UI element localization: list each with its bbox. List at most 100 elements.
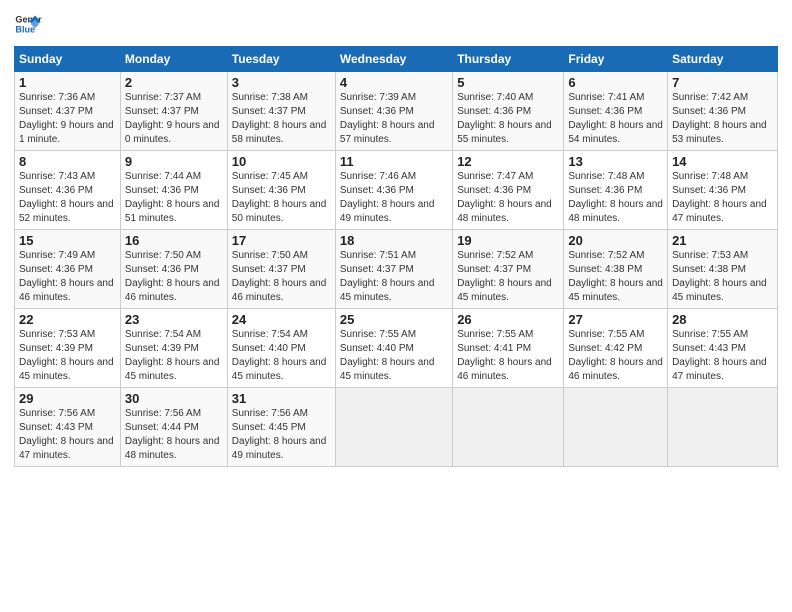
calendar-cell: 7Sunrise: 7:42 AMSunset: 4:36 PMDaylight… [668,72,778,151]
day-info: Sunrise: 7:48 AMSunset: 4:36 PMDaylight:… [568,170,663,226]
day-info: Sunrise: 7:36 AMSunset: 4:37 PMDaylight:… [19,91,116,147]
calendar-cell: 15Sunrise: 7:49 AMSunset: 4:36 PMDayligh… [15,230,121,309]
day-info: Sunrise: 7:55 AMSunset: 4:42 PMDaylight:… [568,328,663,384]
day-number: 2 [125,75,223,90]
calendar-cell: 22Sunrise: 7:53 AMSunset: 4:39 PMDayligh… [15,309,121,388]
calendar-cell: 20Sunrise: 7:52 AMSunset: 4:38 PMDayligh… [564,230,668,309]
day-info: Sunrise: 7:56 AMSunset: 4:43 PMDaylight:… [19,407,116,463]
calendar-cell: 3Sunrise: 7:38 AMSunset: 4:37 PMDaylight… [227,72,335,151]
day-info: Sunrise: 7:55 AMSunset: 4:43 PMDaylight:… [672,328,773,384]
day-number: 14 [672,154,773,169]
calendar-cell: 14Sunrise: 7:48 AMSunset: 4:36 PMDayligh… [668,151,778,230]
day-number: 3 [232,75,331,90]
day-info: Sunrise: 7:53 AMSunset: 4:38 PMDaylight:… [672,249,773,305]
header-row: SundayMondayTuesdayWednesdayThursdayFrid… [15,47,778,72]
svg-text:Blue: Blue [15,24,35,34]
calendar-cell: 26Sunrise: 7:55 AMSunset: 4:41 PMDayligh… [453,309,564,388]
calendar-header: SundayMondayTuesdayWednesdayThursdayFrid… [15,47,778,72]
calendar-cell: 23Sunrise: 7:54 AMSunset: 4:39 PMDayligh… [120,309,227,388]
day-info: Sunrise: 7:47 AMSunset: 4:36 PMDaylight:… [457,170,559,226]
calendar-cell: 16Sunrise: 7:50 AMSunset: 4:36 PMDayligh… [120,230,227,309]
calendar-cell: 8Sunrise: 7:43 AMSunset: 4:36 PMDaylight… [15,151,121,230]
week-row-3: 15Sunrise: 7:49 AMSunset: 4:36 PMDayligh… [15,230,778,309]
day-info: Sunrise: 7:44 AMSunset: 4:36 PMDaylight:… [125,170,223,226]
day-info: Sunrise: 7:37 AMSunset: 4:37 PMDaylight:… [125,91,223,147]
day-number: 25 [340,312,448,327]
day-number: 7 [672,75,773,90]
week-row-5: 29Sunrise: 7:56 AMSunset: 4:43 PMDayligh… [15,388,778,467]
logo-icon: General Blue [14,10,42,38]
day-number: 4 [340,75,448,90]
header-cell-tuesday: Tuesday [227,47,335,72]
day-info: Sunrise: 7:50 AMSunset: 4:37 PMDaylight:… [232,249,331,305]
day-info: Sunrise: 7:56 AMSunset: 4:45 PMDaylight:… [232,407,331,463]
calendar-cell: 21Sunrise: 7:53 AMSunset: 4:38 PMDayligh… [668,230,778,309]
day-number: 30 [125,391,223,406]
day-number: 13 [568,154,663,169]
day-number: 24 [232,312,331,327]
calendar-table: SundayMondayTuesdayWednesdayThursdayFrid… [14,46,778,467]
calendar-cell [564,388,668,467]
day-info: Sunrise: 7:55 AMSunset: 4:41 PMDaylight:… [457,328,559,384]
header-cell-sunday: Sunday [15,47,121,72]
day-number: 21 [672,233,773,248]
day-info: Sunrise: 7:54 AMSunset: 4:39 PMDaylight:… [125,328,223,384]
day-info: Sunrise: 7:55 AMSunset: 4:40 PMDaylight:… [340,328,448,384]
day-number: 22 [19,312,116,327]
day-info: Sunrise: 7:49 AMSunset: 4:36 PMDaylight:… [19,249,116,305]
calendar-cell: 17Sunrise: 7:50 AMSunset: 4:37 PMDayligh… [227,230,335,309]
day-number: 9 [125,154,223,169]
calendar-cell: 4Sunrise: 7:39 AMSunset: 4:36 PMDaylight… [335,72,452,151]
day-info: Sunrise: 7:52 AMSunset: 4:37 PMDaylight:… [457,249,559,305]
day-info: Sunrise: 7:43 AMSunset: 4:36 PMDaylight:… [19,170,116,226]
calendar-cell: 30Sunrise: 7:56 AMSunset: 4:44 PMDayligh… [120,388,227,467]
calendar-cell: 13Sunrise: 7:48 AMSunset: 4:36 PMDayligh… [564,151,668,230]
day-info: Sunrise: 7:56 AMSunset: 4:44 PMDaylight:… [125,407,223,463]
day-number: 31 [232,391,331,406]
calendar-cell: 18Sunrise: 7:51 AMSunset: 4:37 PMDayligh… [335,230,452,309]
header-cell-wednesday: Wednesday [335,47,452,72]
calendar-cell: 31Sunrise: 7:56 AMSunset: 4:45 PMDayligh… [227,388,335,467]
calendar-cell: 29Sunrise: 7:56 AMSunset: 4:43 PMDayligh… [15,388,121,467]
day-number: 10 [232,154,331,169]
week-row-4: 22Sunrise: 7:53 AMSunset: 4:39 PMDayligh… [15,309,778,388]
calendar-cell [335,388,452,467]
day-number: 23 [125,312,223,327]
week-row-2: 8Sunrise: 7:43 AMSunset: 4:36 PMDaylight… [15,151,778,230]
day-number: 6 [568,75,663,90]
calendar-cell: 19Sunrise: 7:52 AMSunset: 4:37 PMDayligh… [453,230,564,309]
day-info: Sunrise: 7:38 AMSunset: 4:37 PMDaylight:… [232,91,331,147]
calendar-cell [453,388,564,467]
day-number: 8 [19,154,116,169]
calendar-cell: 11Sunrise: 7:46 AMSunset: 4:36 PMDayligh… [335,151,452,230]
day-number: 17 [232,233,331,248]
calendar-cell: 6Sunrise: 7:41 AMSunset: 4:36 PMDaylight… [564,72,668,151]
header-cell-friday: Friday [564,47,668,72]
day-info: Sunrise: 7:51 AMSunset: 4:37 PMDaylight:… [340,249,448,305]
header-cell-monday: Monday [120,47,227,72]
day-number: 20 [568,233,663,248]
day-number: 26 [457,312,559,327]
day-info: Sunrise: 7:45 AMSunset: 4:36 PMDaylight:… [232,170,331,226]
day-number: 18 [340,233,448,248]
calendar-cell: 24Sunrise: 7:54 AMSunset: 4:40 PMDayligh… [227,309,335,388]
calendar-cell: 10Sunrise: 7:45 AMSunset: 4:36 PMDayligh… [227,151,335,230]
calendar-cell: 9Sunrise: 7:44 AMSunset: 4:36 PMDaylight… [120,151,227,230]
day-number: 5 [457,75,559,90]
day-number: 11 [340,154,448,169]
day-info: Sunrise: 7:50 AMSunset: 4:36 PMDaylight:… [125,249,223,305]
calendar-cell: 27Sunrise: 7:55 AMSunset: 4:42 PMDayligh… [564,309,668,388]
day-info: Sunrise: 7:40 AMSunset: 4:36 PMDaylight:… [457,91,559,147]
logo: General Blue [14,10,42,38]
page-container: General Blue SundayMondayTuesdayWednesda… [0,0,792,477]
day-number: 27 [568,312,663,327]
calendar-cell [668,388,778,467]
day-number: 12 [457,154,559,169]
day-info: Sunrise: 7:41 AMSunset: 4:36 PMDaylight:… [568,91,663,147]
week-row-1: 1Sunrise: 7:36 AMSunset: 4:37 PMDaylight… [15,72,778,151]
calendar-cell: 2Sunrise: 7:37 AMSunset: 4:37 PMDaylight… [120,72,227,151]
day-number: 15 [19,233,116,248]
day-number: 16 [125,233,223,248]
header-cell-saturday: Saturday [668,47,778,72]
day-info: Sunrise: 7:48 AMSunset: 4:36 PMDaylight:… [672,170,773,226]
